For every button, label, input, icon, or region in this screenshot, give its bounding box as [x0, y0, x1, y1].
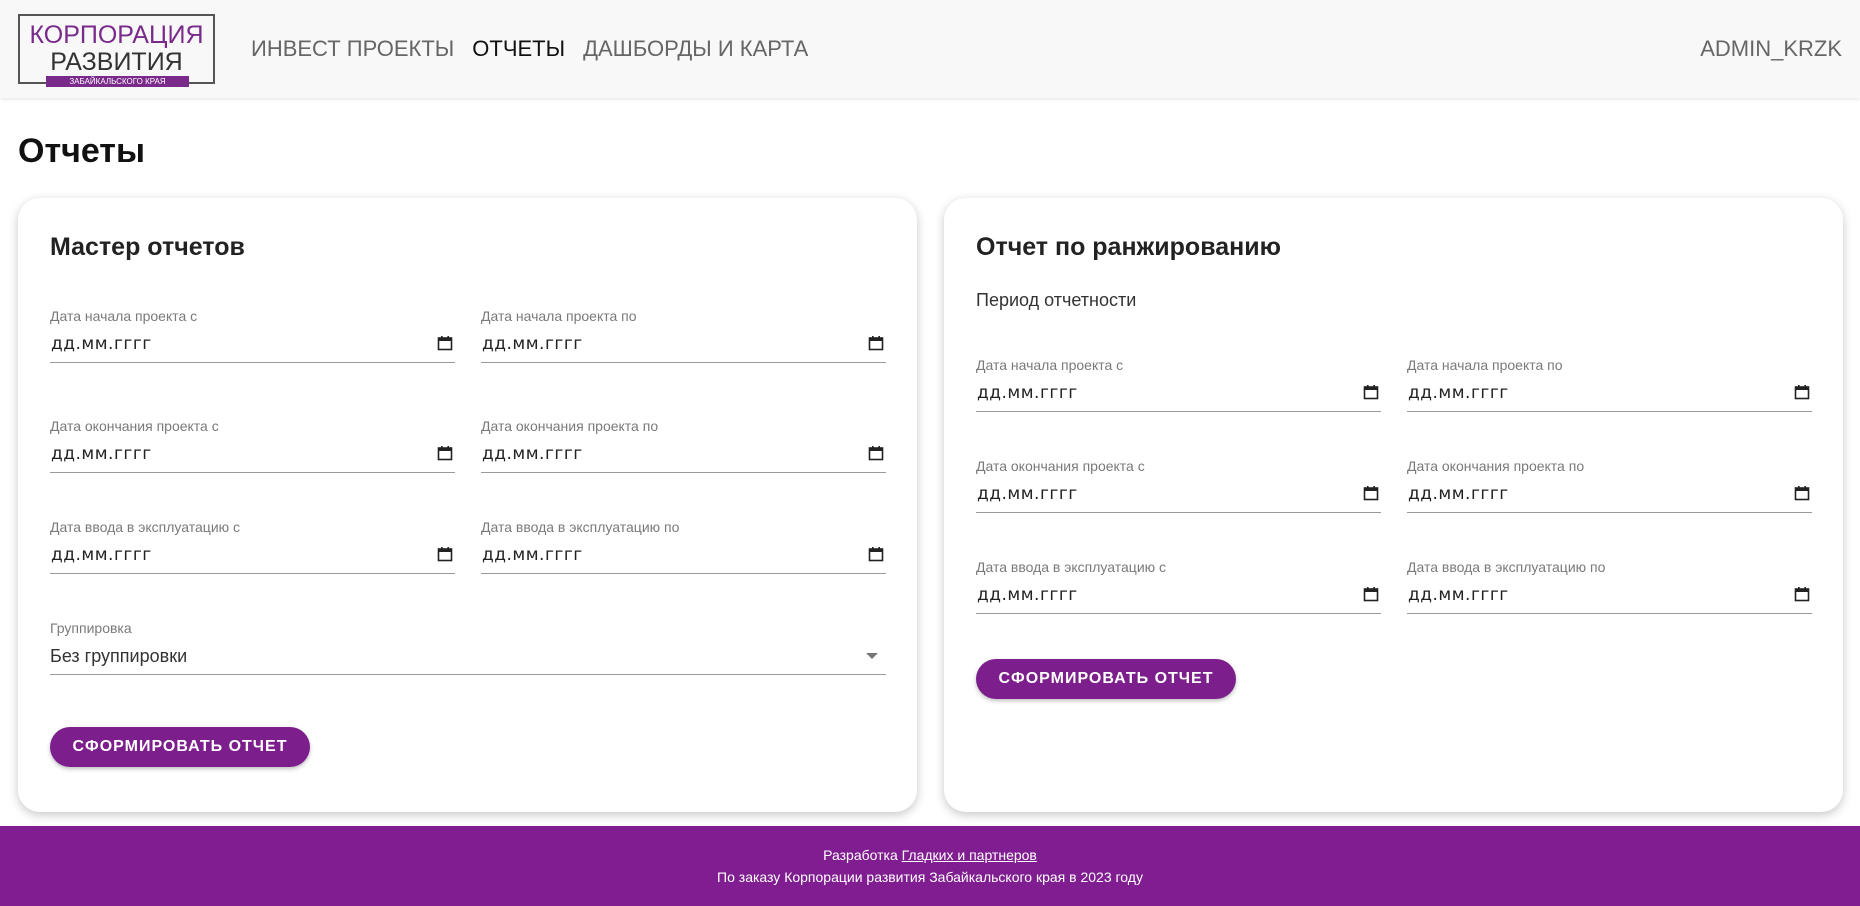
ranking-report-card: Отчет по ранжированию Период отчетности … — [944, 198, 1843, 812]
calendar-icon[interactable] — [437, 335, 453, 351]
field-underline — [50, 573, 455, 574]
grouping-select[interactable]: Группировка Без группировки — [50, 620, 886, 675]
field-label: Дата окончания проекта по — [481, 418, 659, 434]
field-label: Дата окончания проекта с — [50, 418, 219, 434]
card-title: Мастер отчетов — [50, 233, 245, 261]
commission-date-to-field[interactable]: Дата ввода в эксплуатацию по дд.мм.гггг — [481, 519, 886, 574]
commission-date-from-field[interactable]: Дата ввода в эксплуатацию с дд.мм.гггг — [50, 519, 455, 574]
logo-line-2: РАЗВИТИЯ — [50, 48, 183, 76]
field-label: Дата окончания проекта по — [1407, 458, 1585, 474]
footer-developer-line: Разработка Гладких и партнеров — [0, 847, 1860, 863]
date-input-value[interactable]: дд.мм.гггг — [977, 585, 1078, 605]
field-underline — [1407, 613, 1812, 614]
field-underline — [50, 472, 455, 473]
start-date-to-field[interactable]: Дата начала проекта по дд.мм.гггг — [481, 308, 886, 363]
calendar-icon[interactable] — [1363, 485, 1379, 501]
calendar-icon[interactable] — [437, 546, 453, 562]
period-subtitle: Период отчетности — [976, 290, 1137, 310]
end-date-from-field[interactable]: Дата окончания проекта с дд.мм.гггг — [50, 418, 455, 473]
calendar-icon[interactable] — [1363, 586, 1379, 602]
field-underline — [976, 613, 1381, 614]
field-label: Дата начала проекта по — [481, 308, 637, 324]
card-title: Отчет по ранжированию — [976, 233, 1281, 261]
calendar-icon[interactable] — [868, 546, 884, 562]
field-underline — [976, 512, 1381, 513]
date-input-value[interactable]: дд.мм.гггг — [482, 545, 583, 565]
commission-date-to-field[interactable]: Дата ввода в эксплуатацию по дд.мм.гггг — [1407, 559, 1812, 614]
calendar-icon[interactable] — [1794, 586, 1810, 602]
field-underline — [976, 411, 1381, 412]
field-label: Дата ввода в эксплуатацию по — [481, 519, 680, 535]
field-underline — [1407, 411, 1812, 412]
start-date-to-field[interactable]: Дата начала проекта по дд.мм.гггг — [1407, 357, 1812, 412]
footer: Разработка Гладких и партнеров По заказу… — [0, 826, 1860, 906]
user-menu[interactable]: ADMIN_KRZK — [1700, 36, 1842, 62]
date-input-value[interactable]: дд.мм.гггг — [51, 334, 152, 354]
field-underline — [50, 674, 886, 675]
logo-line-3: ЗАБАЙКАЛЬСКОГО КРАЯ — [46, 76, 189, 87]
date-input-value[interactable]: дд.мм.гггг — [977, 383, 1078, 403]
end-date-from-field[interactable]: Дата окончания проекта с дд.мм.гггг — [976, 458, 1381, 513]
calendar-icon[interactable] — [437, 445, 453, 461]
date-input-value[interactable]: дд.мм.гггг — [1408, 585, 1509, 605]
nav-reports[interactable]: ОТЧЕТЫ — [472, 36, 565, 62]
field-label: Дата начала проекта по — [1407, 357, 1563, 373]
select-value[interactable]: Без группировки — [50, 646, 187, 667]
nav-invest-projects[interactable]: ИНВЕСТ ПРОЕКТЫ — [251, 36, 454, 62]
field-underline — [481, 472, 886, 473]
field-underline — [50, 362, 455, 363]
field-label: Дата ввода в эксплуатацию с — [976, 559, 1167, 575]
generate-ranking-report-button[interactable]: СФОРМИРОВАТЬ ОТЧЕТ — [976, 659, 1236, 699]
company-logo[interactable]: КОРПОРАЦИЯ РАЗВИТИЯ ЗАБАЙКАЛЬСКОГО КРАЯ — [18, 14, 215, 87]
developer-link[interactable]: Гладких и партнеров — [902, 847, 1037, 863]
end-date-to-field[interactable]: Дата окончания проекта по дд.мм.гггг — [481, 418, 886, 473]
calendar-icon[interactable] — [1794, 384, 1810, 400]
generate-report-button[interactable]: СФОРМИРОВАТЬ ОТЧЕТ — [50, 727, 310, 767]
top-app-bar: КОРПОРАЦИЯ РАЗВИТИЯ ЗАБАЙКАЛЬСКОГО КРАЯ … — [0, 0, 1860, 98]
field-underline — [481, 362, 886, 363]
field-label: Дата ввода в эксплуатацию с — [50, 519, 241, 535]
calendar-icon[interactable] — [1794, 485, 1810, 501]
date-input-value[interactable]: дд.мм.гггг — [977, 484, 1078, 504]
date-input-value[interactable]: дд.мм.гггг — [482, 444, 583, 464]
date-input-value[interactable]: дд.мм.гггг — [1408, 484, 1509, 504]
end-date-to-field[interactable]: Дата окончания проекта по дд.мм.гггг — [1407, 458, 1812, 513]
start-date-from-field[interactable]: Дата начала проекта с дд.мм.гггг — [976, 357, 1381, 412]
field-label: Дата начала проекта с — [976, 357, 1124, 373]
nav-dashboards-map[interactable]: ДАШБОРДЫ И КАРТА — [583, 36, 808, 62]
report-master-card: Мастер отчетов Дата начала проекта с дд.… — [18, 198, 917, 812]
main-nav: ИНВЕСТ ПРОЕКТЫ ОТЧЕТЫ ДАШБОРДЫ И КАРТА — [251, 36, 826, 62]
calendar-icon[interactable] — [868, 445, 884, 461]
field-underline — [1407, 512, 1812, 513]
field-label: Дата окончания проекта с — [976, 458, 1145, 474]
select-label: Группировка — [50, 620, 132, 636]
field-label: Дата начала проекта с — [50, 308, 198, 324]
field-underline — [481, 573, 886, 574]
calendar-icon[interactable] — [1363, 384, 1379, 400]
calendar-icon[interactable] — [868, 335, 884, 351]
logo-line-1: КОРПОРАЦИЯ — [29, 21, 204, 49]
footer-client-line: По заказу Корпорации развития Забайкальс… — [717, 869, 1143, 885]
field-label: Дата ввода в эксплуатацию по — [1407, 559, 1606, 575]
date-input-value[interactable]: дд.мм.гггг — [482, 334, 583, 354]
footer-dev-prefix: Разработка — [823, 847, 898, 863]
date-input-value[interactable]: дд.мм.гггг — [51, 545, 152, 565]
start-date-from-field[interactable]: Дата начала проекта с дд.мм.гггг — [50, 308, 455, 363]
date-input-value[interactable]: дд.мм.гггг — [1408, 383, 1509, 403]
date-input-value[interactable]: дд.мм.гггг — [51, 444, 152, 464]
dropdown-arrow-icon[interactable] — [866, 653, 878, 659]
commission-date-from-field[interactable]: Дата ввода в эксплуатацию с дд.мм.гггг — [976, 559, 1381, 614]
page-title: Отчеты — [18, 132, 145, 170]
